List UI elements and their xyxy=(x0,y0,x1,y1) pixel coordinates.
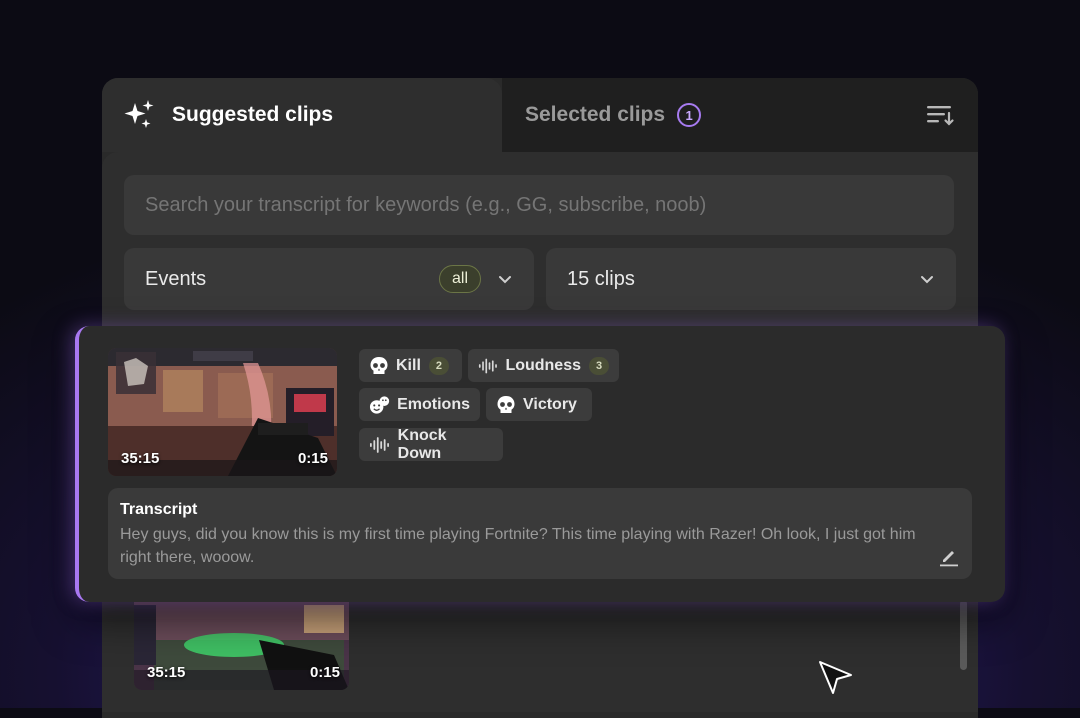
soundwave-icon xyxy=(369,436,389,453)
search-input[interactable] xyxy=(124,175,954,235)
clip2-start-time: 35:15 xyxy=(147,664,186,681)
tag-victory[interactable]: Victory xyxy=(486,388,592,421)
sort-icon xyxy=(927,106,954,126)
tag-kill-label: Kill xyxy=(396,356,421,374)
skull-icon xyxy=(497,395,515,413)
selected-count-badge: 1 xyxy=(677,103,702,127)
soundwave-icon xyxy=(478,358,497,373)
tag-knock-down-label: Knock Down xyxy=(397,426,447,462)
scrollbar[interactable] xyxy=(960,600,967,670)
events-all-badge: all xyxy=(439,265,481,293)
tag-kill[interactable]: Kill 2 xyxy=(359,349,462,382)
mouse-cursor-icon xyxy=(819,661,852,694)
tab-suggested-label: Suggested clips xyxy=(172,103,334,126)
clip-thumbnail-2[interactable]: 35:15 0:15 xyxy=(134,600,349,690)
transcript-text: Hey guys, did you know this is my first … xyxy=(120,526,916,566)
sort-button[interactable] xyxy=(904,78,978,152)
skull-icon xyxy=(370,356,388,374)
clips-count-label: 15 clips xyxy=(567,267,635,290)
events-label: Events xyxy=(145,267,207,290)
chevron-down-icon xyxy=(499,276,511,284)
tag-emotions[interactable]: Emotions xyxy=(359,388,480,421)
tab-selected-label: Selected clips xyxy=(525,103,666,126)
tag-victory-label: Victory xyxy=(523,395,577,413)
clips-count-dropdown[interactable]: 15 clips xyxy=(546,248,956,310)
emotions-icon xyxy=(369,395,390,414)
sparkles-icon xyxy=(124,100,154,128)
tab-selected-clips[interactable]: Selected clips 1 xyxy=(502,78,904,152)
tag-loudness[interactable]: Loudness 3 xyxy=(468,349,619,382)
clip2-duration: 0:15 xyxy=(309,664,340,681)
tag-knock-down[interactable]: Knock Down xyxy=(359,426,503,462)
chevron-down-icon xyxy=(921,276,933,284)
transcript-box: Transcript Hey guys, did you know this i… xyxy=(108,488,972,579)
tag-loudness-label: Loudness xyxy=(505,356,581,374)
tag-kill-count: 2 xyxy=(428,356,449,375)
tab-suggested-clips[interactable]: Suggested clips xyxy=(102,78,502,152)
transcript-title: Transcript xyxy=(120,501,198,518)
edit-icon[interactable] xyxy=(938,545,960,567)
tag-emotions-label: Emotions xyxy=(397,395,470,413)
clip-thumbnail[interactable]: 35:15 0:15 xyxy=(108,348,337,476)
clip-duration: 0:15 xyxy=(297,450,328,467)
events-dropdown[interactable]: Events all xyxy=(124,248,534,310)
tag-loudness-count: 3 xyxy=(589,356,609,375)
clip-start-time: 35:15 xyxy=(121,450,160,467)
